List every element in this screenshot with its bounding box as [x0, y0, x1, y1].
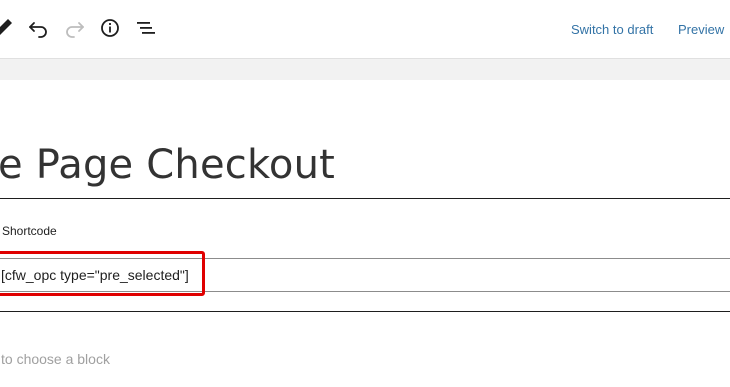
shortcode-input[interactable]: [cfw_opc type="pre_selected"] [0, 259, 730, 291]
editor-toolbar: Switch to draft Preview [0, 0, 730, 59]
block-bottom-border [0, 311, 730, 312]
input-bottom-border [0, 291, 730, 292]
list-view-icon[interactable] [134, 15, 160, 41]
page-title[interactable]: e Page Checkout [0, 140, 335, 190]
undo-icon[interactable] [26, 15, 52, 41]
editor-canvas-top-band [0, 59, 730, 80]
block-appender-placeholder[interactable]: to choose a block [1, 350, 110, 368]
block-top-border [0, 198, 730, 199]
info-icon[interactable] [97, 15, 123, 41]
preview-button[interactable]: Preview [678, 22, 724, 38]
pencil-icon[interactable] [0, 15, 16, 41]
shortcode-block-label: Shortcode [2, 224, 57, 238]
redo-icon[interactable] [61, 15, 87, 41]
switch-to-draft-button[interactable]: Switch to draft [571, 22, 653, 38]
